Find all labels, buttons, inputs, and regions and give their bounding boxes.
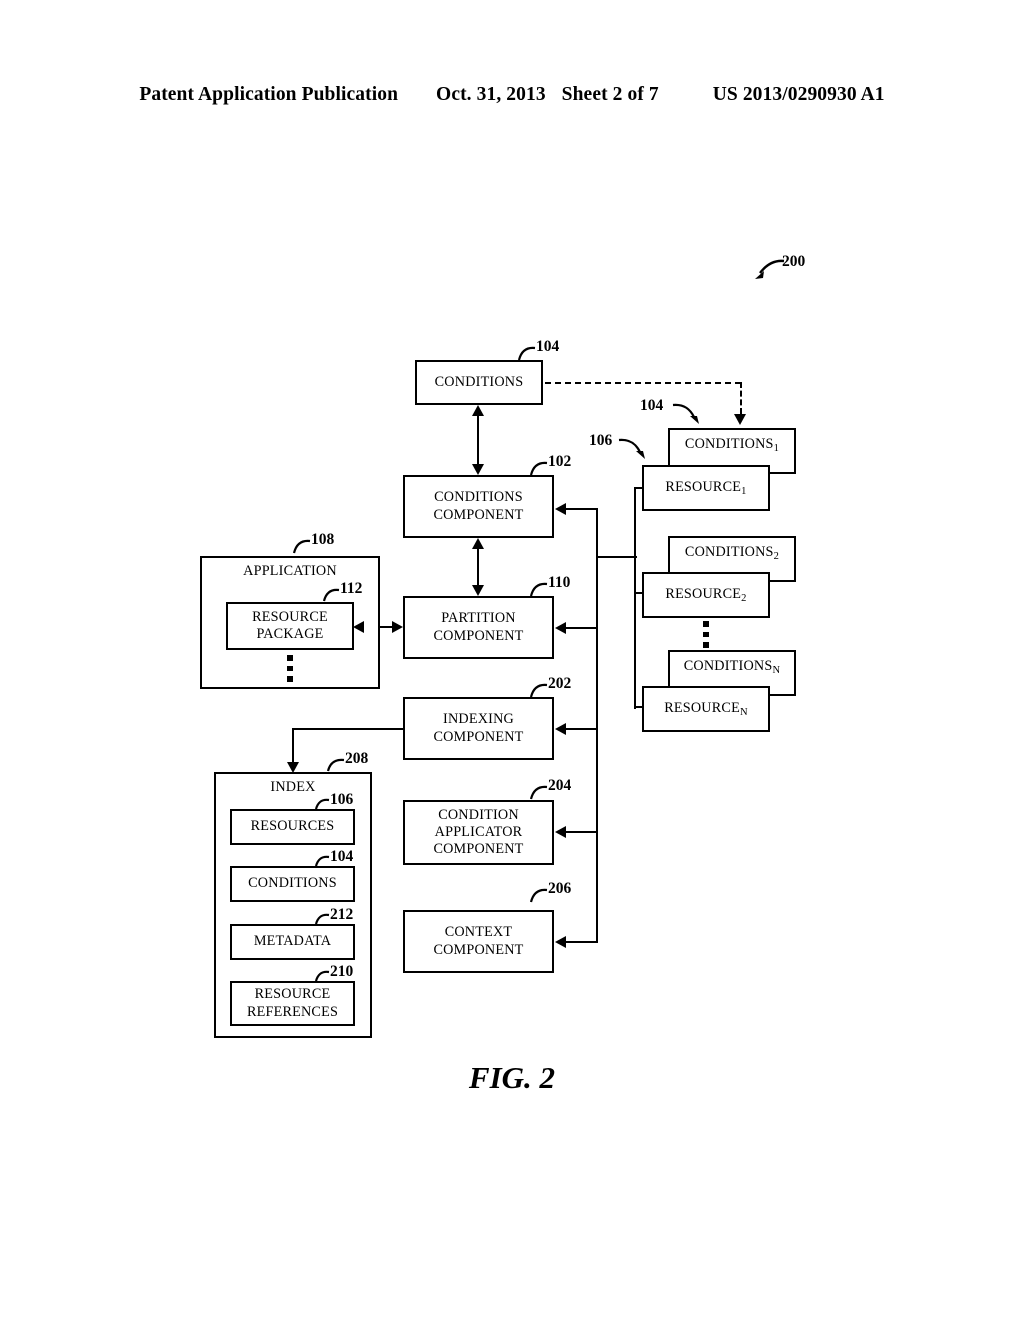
resource-n-block: RESOURCEN [642,686,770,732]
resource-fanout-spine [634,487,637,709]
ref-210-leader [314,970,330,982]
dashed-connector-horizontal [545,382,741,384]
ref-106-index: 106 [330,791,354,808]
ref-202-leader [529,683,548,698]
ref-212: 212 [330,906,354,923]
bus-arrowhead-partition-component [555,622,566,634]
link-conditions-to-conditions-component [477,412,480,468]
resource-package-block: RESOURCE PACKAGE [226,602,354,650]
header-publication: Patent Application Publication [139,84,399,105]
resource-2-block: RESOURCE2 [642,572,770,618]
index-metadata-block: METADATA [230,924,355,960]
ref-202: 202 [548,675,572,692]
bus-arrowhead-conditions-component [555,503,566,515]
partition-component-block: PARTITION COMPONENT [403,596,554,659]
index-resource-references-block: RESOURCE REFERENCES [230,981,355,1026]
condition-applicator-component-block: CONDITION APPLICATOR COMPONENT [403,800,554,865]
application-label: APPLICATION [243,563,337,579]
header-patent-number: US 2013/0290930 A1 [712,84,885,105]
bus-trunk-vertical [596,508,599,943]
dashed-connector-arrowhead [734,414,746,425]
context-component-block: CONTEXT COMPONENT [403,910,554,973]
figure-caption: FIG. 2 [468,1060,556,1095]
conditions-component-block: CONDITIONS COMPONENT [403,475,554,538]
ref-112: 112 [340,580,363,597]
link-conditions-component-to-partition-component [477,545,480,589]
ref-204-leader [529,785,548,800]
ref-204: 204 [548,777,572,794]
ref-104-index-leader [314,855,330,867]
ref-110: 110 [548,574,571,591]
link-arrowhead-right-rp [392,621,403,633]
ref-104-index: 104 [330,848,354,865]
ref-110-leader [529,582,548,597]
link-arrowhead-up-2 [472,538,484,549]
application-ellipsis [287,655,293,682]
link-indexing-component-to-index-horizontal [293,728,405,731]
index-conditions-block: CONDITIONS [230,866,355,902]
dashed-connector-vertical [740,382,742,414]
ref-206: 206 [548,880,572,897]
ref-208: 208 [345,750,369,767]
link-arrowhead-left-rp [353,621,364,633]
page-header: Patent Application Publication Oct. 31, 2… [0,84,1024,106]
ref-210: 210 [330,963,354,980]
ref-108: 108 [311,531,335,548]
ref-104-conditions-top-leader [517,346,536,361]
bus-branch-partition-component [566,627,598,630]
bus-arrowhead-indexing-component [555,723,566,735]
ref-104-conditions-top: 104 [536,338,560,355]
resource-groups-ellipsis [703,621,709,648]
ref-102: 102 [548,453,572,470]
bus-arrowhead-context-component [555,936,566,948]
link-arrowhead-down-2 [472,585,484,596]
figure-ref-200-leader [755,259,785,279]
link-arrowhead-up-1 [472,405,484,416]
header-date: Oct. 31, 2013 [436,84,546,105]
bus-branch-context-component [566,941,598,944]
ref-106-resource: 106 [589,432,613,449]
header-sheet: Sheet 2 of 7 [561,84,659,105]
resource-1-block: RESOURCE1 [642,465,770,511]
link-arrowhead-index [287,762,299,773]
ref-102-leader [529,461,548,476]
bus-branch-condition-applicator-component [566,831,598,834]
ref-104-resource-conditions-leader [672,403,699,424]
bus-branch-indexing-component [566,728,598,731]
bus-branch-conditions-component [566,508,598,511]
ref-106-resource-leader [618,438,645,459]
link-indexing-component-to-index-vertical [292,728,295,765]
ref-104-resource-conditions: 104 [640,397,664,414]
index-resources-block: RESOURCES [230,809,355,845]
link-arrowhead-down-1 [472,464,484,475]
ref-208-leader [326,758,345,772]
ref-212-leader [314,913,330,925]
ref-108-leader [292,539,311,554]
bus-to-resource-fanout [596,556,637,559]
patent-figure-page: Patent Application Publication Oct. 31, 2… [0,0,1024,1320]
ref-112-leader [322,588,340,602]
conditions-block: CONDITIONS [415,360,543,405]
ref-206-leader [529,888,548,903]
bus-arrowhead-condition-applicator-component [555,826,566,838]
indexing-component-block: INDEXING COMPONENT [403,697,554,760]
ref-106-index-leader [314,798,330,810]
